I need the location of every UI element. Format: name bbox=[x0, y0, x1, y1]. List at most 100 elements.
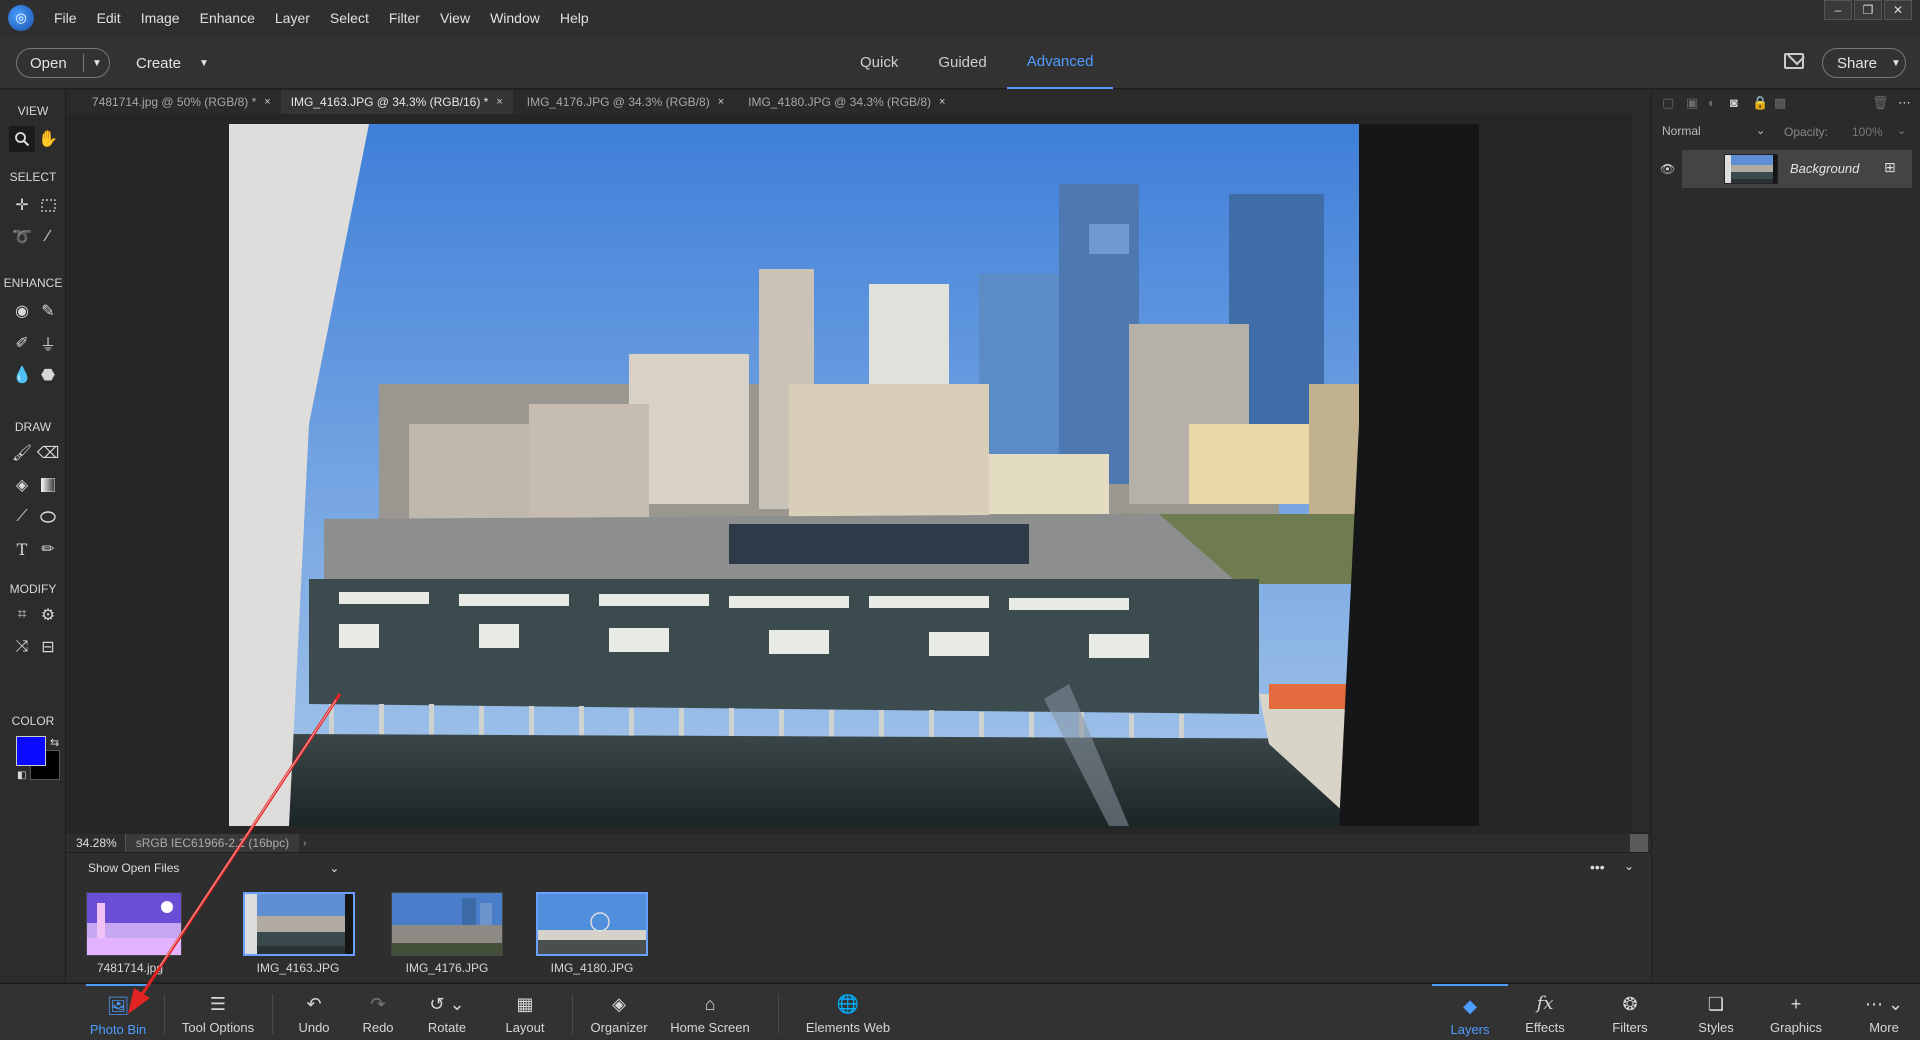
ellipse-shape-tool-icon[interactable] bbox=[35, 504, 61, 530]
more-options-icon[interactable]: ••• bbox=[1590, 859, 1605, 875]
layer-mask-icon[interactable]: ◙ bbox=[1730, 95, 1738, 110]
smart-brush-tool-icon[interactable]: ✐ bbox=[9, 330, 35, 356]
bin-thumbnail[interactable] bbox=[391, 892, 503, 956]
tab-guided[interactable]: Guided bbox=[918, 36, 1006, 89]
fx-icon: fx bbox=[1536, 993, 1554, 1014]
tool-options-button[interactable]: ☰ Tool Options bbox=[180, 984, 256, 1040]
close-icon[interactable]: × bbox=[496, 96, 502, 108]
menu-filter[interactable]: Filter bbox=[379, 10, 430, 26]
lock-transparency-icon[interactable]: ▩ bbox=[1774, 95, 1786, 111]
effects-button[interactable]: fx Effects bbox=[1520, 984, 1570, 1040]
minimize-button[interactable]: – bbox=[1824, 0, 1852, 20]
spot-healing-tool-icon[interactable]: ✎ bbox=[35, 298, 61, 324]
home-screen-button[interactable]: ⌂ Home Screen bbox=[668, 984, 752, 1040]
show-open-files-dropdown[interactable]: Show Open Files ⌄ bbox=[88, 861, 339, 875]
menu-file[interactable]: File bbox=[44, 10, 87, 26]
create-button[interactable]: Create ▼ bbox=[136, 48, 209, 78]
close-window-button[interactable]: ✕ bbox=[1884, 0, 1912, 20]
blend-mode-select[interactable]: Normal bbox=[1662, 124, 1701, 138]
mail-icon[interactable] bbox=[1784, 53, 1804, 69]
doc-tab-img4163[interactable]: IMG_4163.JPG @ 34.3% (RGB/16) * × bbox=[280, 90, 513, 114]
collapse-icon[interactable]: ⌄ bbox=[1624, 859, 1634, 873]
close-icon[interactable]: × bbox=[264, 96, 270, 108]
close-icon[interactable]: × bbox=[939, 96, 945, 108]
doc-tab-7481714[interactable]: 7481714.jpg @ 50% (RGB/8) * × bbox=[66, 90, 281, 114]
canvas-area[interactable] bbox=[66, 114, 1633, 832]
panel-menu-icon[interactable]: ⋯ bbox=[1898, 95, 1911, 111]
adjustment-layer-icon[interactable]: ◐ bbox=[1708, 95, 1716, 110]
more-button[interactable]: ⋯ ⌄ More bbox=[1856, 984, 1912, 1040]
document-photo[interactable] bbox=[229, 124, 1479, 826]
eye-icon[interactable]: 👁 bbox=[1660, 162, 1675, 176]
filters-button[interactable]: ❂ Filters bbox=[1604, 984, 1656, 1040]
foreground-color-swatch[interactable] bbox=[16, 736, 46, 766]
rotate-button[interactable]: ↺ ⌄ Rotate bbox=[420, 984, 474, 1040]
straighten-tool-icon[interactable]: ⊟ bbox=[35, 634, 61, 660]
swap-colors-icon[interactable]: ⇆ bbox=[50, 736, 59, 749]
tab-advanced[interactable]: Advanced bbox=[1006, 36, 1114, 89]
organizer-button[interactable]: ◈ Organizer bbox=[588, 984, 650, 1040]
graphics-button[interactable]: + Graphics bbox=[1766, 984, 1826, 1040]
recompose-tool-icon[interactable]: ⚙ bbox=[35, 602, 61, 628]
red-eye-tool-icon[interactable]: ◉ bbox=[9, 298, 35, 324]
layout-button[interactable]: ▦ Layout bbox=[500, 984, 550, 1040]
restore-button[interactable]: ❐ bbox=[1854, 0, 1882, 20]
menu-layer[interactable]: Layer bbox=[265, 10, 320, 26]
new-layer-icon[interactable]: ▢ bbox=[1662, 95, 1674, 111]
marquee-tool-icon[interactable] bbox=[35, 192, 61, 218]
clone-stamp-tool-icon[interactable]: ⏚ bbox=[35, 330, 61, 356]
gradient-tool-icon[interactable] bbox=[35, 472, 61, 498]
lasso-tool-icon[interactable]: ➰ bbox=[9, 224, 35, 250]
open-button[interactable]: Open ▼ bbox=[16, 48, 110, 78]
redo-button[interactable]: ↷ Redo bbox=[356, 984, 400, 1040]
default-colors-icon[interactable]: ◧ bbox=[17, 770, 26, 781]
menu-window[interactable]: Window bbox=[480, 10, 550, 26]
move-tool-icon[interactable]: ✛ bbox=[9, 192, 35, 218]
menu-view[interactable]: View bbox=[430, 10, 480, 26]
vertical-scrollbar[interactable] bbox=[1633, 114, 1651, 832]
brush-tool-icon[interactable]: 🖌 bbox=[9, 440, 35, 466]
eraser-tool-icon[interactable]: ⌫ bbox=[35, 440, 61, 466]
pencil-tool-icon[interactable]: ✏ bbox=[35, 536, 61, 562]
hand-tool-icon[interactable]: ✋ bbox=[35, 126, 61, 152]
menu-select[interactable]: Select bbox=[320, 10, 379, 26]
menu-edit[interactable]: Edit bbox=[87, 10, 131, 26]
close-icon[interactable]: × bbox=[718, 96, 724, 108]
new-group-icon[interactable]: ▣ bbox=[1686, 95, 1698, 111]
zoom-level[interactable]: 34.28% bbox=[66, 834, 126, 852]
eyedropper-tool-icon[interactable]: ⟋ bbox=[9, 504, 35, 530]
layer-lock-icon: ⊞ bbox=[1884, 159, 1896, 175]
status-menu-arrow[interactable]: › bbox=[303, 838, 306, 849]
section-draw: DRAW bbox=[14, 420, 52, 434]
bin-thumbnail[interactable] bbox=[243, 892, 355, 956]
share-button[interactable]: Share ▼ bbox=[1822, 48, 1906, 78]
tab-quick[interactable]: Quick bbox=[840, 36, 918, 89]
content-aware-move-tool-icon[interactable]: ⤨ bbox=[9, 634, 35, 660]
layer-row-background[interactable]: Background ⊞ bbox=[1682, 150, 1912, 188]
menu-enhance[interactable]: Enhance bbox=[190, 10, 265, 26]
magic-wand-tool-icon[interactable]: ⁄ bbox=[35, 224, 61, 250]
crop-tool-icon[interactable]: ⌗ bbox=[9, 602, 35, 628]
menu-image[interactable]: Image bbox=[131, 10, 190, 26]
chevron-down-icon[interactable]: ⌄ bbox=[1897, 124, 1906, 137]
layers-button[interactable]: ◆ Layers bbox=[1432, 984, 1508, 1040]
chevron-down-icon[interactable]: ⌄ bbox=[1756, 124, 1765, 137]
photo-bin-button[interactable]: 🖼 Photo Bin bbox=[86, 984, 150, 1040]
zoom-tool-icon[interactable] bbox=[9, 126, 35, 152]
menu-help[interactable]: Help bbox=[550, 10, 599, 26]
doc-tab-img4180[interactable]: IMG_4180.JPG @ 34.3% (RGB/8) × bbox=[734, 90, 955, 114]
elements-web-button[interactable]: 🌐 Elements Web bbox=[800, 984, 896, 1040]
sponge-tool-icon[interactable]: ⬣ bbox=[35, 362, 61, 388]
doc-tab-img4176[interactable]: IMG_4176.JPG @ 34.3% (RGB/8) × bbox=[513, 90, 734, 114]
opacity-input[interactable]: 100% bbox=[1852, 125, 1883, 139]
bin-thumbnail[interactable] bbox=[86, 892, 182, 956]
trash-icon[interactable]: 🗑 bbox=[1872, 95, 1889, 111]
blur-tool-icon[interactable]: 💧 bbox=[9, 362, 35, 388]
undo-button[interactable]: ↶ Undo bbox=[292, 984, 336, 1040]
paint-bucket-tool-icon[interactable]: ◈ bbox=[9, 472, 35, 498]
chevron-down-icon[interactable]: ▼ bbox=[84, 58, 102, 69]
styles-button[interactable]: ❏ Styles bbox=[1692, 984, 1740, 1040]
lock-all-icon[interactable]: 🔒 bbox=[1752, 95, 1768, 111]
bin-thumbnail[interactable] bbox=[536, 892, 648, 956]
type-tool-icon[interactable]: T bbox=[9, 536, 35, 562]
